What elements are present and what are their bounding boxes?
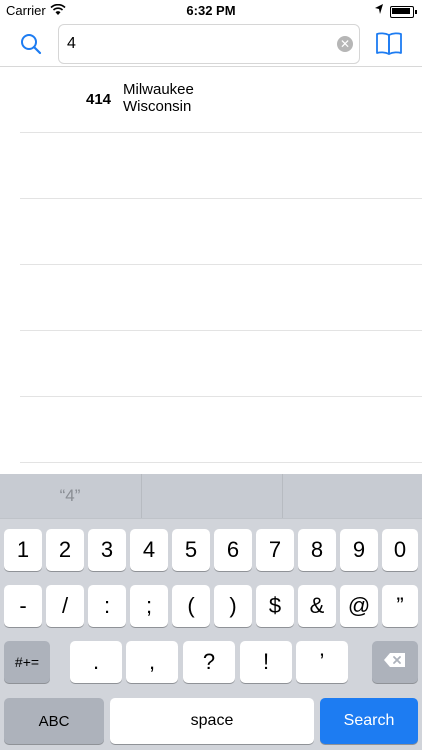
suggestion-3[interactable]	[282, 474, 422, 518]
list-item	[20, 397, 422, 463]
clear-icon[interactable]: ✕	[337, 36, 353, 52]
key-6[interactable]: 6	[214, 529, 252, 571]
key-9[interactable]: 9	[340, 529, 378, 571]
search-input[interactable]	[65, 31, 329, 57]
key-period[interactable]: .	[70, 641, 122, 683]
search-header: ✕	[0, 22, 422, 67]
symbols-toggle-key[interactable]: #+=	[4, 641, 50, 683]
key-2[interactable]: 2	[46, 529, 84, 571]
key-question[interactable]: ?	[183, 641, 235, 683]
search-key[interactable]: Search	[320, 698, 418, 744]
suggestion-bar: “4”	[0, 474, 422, 519]
search-icon[interactable]	[18, 31, 44, 57]
keyboard: “4” 1 2 3 4 5 6 7 8 9 0 - / : ; ( ) $ & …	[0, 474, 422, 750]
backspace-key[interactable]	[372, 641, 418, 683]
key-open-paren[interactable]: (	[172, 585, 210, 627]
location-arrow-icon	[374, 3, 384, 18]
key-1[interactable]: 1	[4, 529, 42, 571]
results-list: 414 Milwaukee Wisconsin	[0, 67, 422, 463]
book-icon[interactable]	[374, 28, 404, 58]
key-0[interactable]: 0	[382, 529, 418, 571]
key-dollar[interactable]: $	[256, 585, 294, 627]
state-name: Wisconsin	[123, 98, 192, 115]
key-5[interactable]: 5	[172, 529, 210, 571]
space-key[interactable]: space	[110, 698, 314, 744]
suggestion-1[interactable]: “4”	[0, 474, 140, 518]
list-item	[20, 331, 422, 397]
backspace-icon	[383, 649, 407, 675]
key-quote[interactable]: ”	[382, 585, 418, 627]
search-field[interactable]: ✕	[58, 24, 360, 64]
list-item	[20, 133, 422, 199]
list-item	[20, 265, 422, 331]
key-3[interactable]: 3	[88, 529, 126, 571]
suggestion-2[interactable]	[141, 474, 282, 518]
abc-key[interactable]: ABC	[4, 698, 104, 744]
key-apostrophe[interactable]: ’	[296, 641, 348, 683]
key-hyphen[interactable]: -	[4, 585, 42, 627]
status-bar: Carrier 6:32 PM	[0, 0, 422, 22]
key-slash[interactable]: /	[46, 585, 84, 627]
key-comma[interactable]: ,	[126, 641, 178, 683]
key-semicolon[interactable]: ;	[130, 585, 168, 627]
key-ampersand[interactable]: &	[298, 585, 336, 627]
key-8[interactable]: 8	[298, 529, 336, 571]
key-exclamation[interactable]: !	[240, 641, 292, 683]
city-name: Milwaukee	[123, 81, 194, 98]
list-item[interactable]: 414 Milwaukee Wisconsin	[20, 67, 422, 133]
key-at[interactable]: @	[340, 585, 378, 627]
battery-icon	[390, 6, 417, 18]
key-4[interactable]: 4	[130, 529, 168, 571]
clock: 6:32 PM	[186, 3, 236, 18]
area-code: 414	[86, 91, 112, 108]
key-close-paren[interactable]: )	[214, 585, 252, 627]
key-colon[interactable]: :	[88, 585, 126, 627]
key-7[interactable]: 7	[256, 529, 294, 571]
list-item	[20, 199, 422, 265]
